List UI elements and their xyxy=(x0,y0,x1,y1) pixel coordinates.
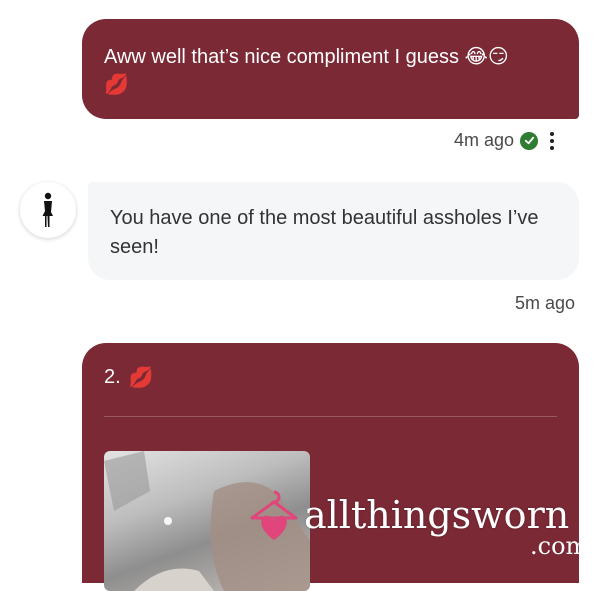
message-timestamp: 5m ago xyxy=(515,293,576,313)
avatar[interactable] xyxy=(20,182,76,238)
message-text: Aww well that’s nice compliment I guess … xyxy=(104,46,509,68)
check-circle-icon xyxy=(520,131,539,150)
caption-emoji: 💋 xyxy=(128,367,154,389)
message-timestamp: 4m ago xyxy=(454,130,515,150)
watermark: allthingsworn xyxy=(248,488,569,542)
outgoing-photo-message: 2. 💋 xyxy=(82,343,579,591)
message-meta: 4m ago xyxy=(454,130,555,151)
message-emoji: 💋 xyxy=(104,74,129,96)
message-meta: 5m ago xyxy=(515,293,575,314)
kebab-menu-icon[interactable] xyxy=(550,131,555,150)
person-silhouette-icon xyxy=(42,192,53,227)
incoming-message-bubble: You have one of the most beautiful assho… xyxy=(88,182,579,280)
divider xyxy=(104,416,557,417)
watermark-suffix: .com xyxy=(530,532,589,560)
hanger-heart-logo-icon xyxy=(250,490,298,540)
caption-text: 2. xyxy=(104,366,121,388)
watermark-text: allthingsworn xyxy=(304,493,570,537)
photo-caption: 2. 💋 xyxy=(104,365,154,390)
outgoing-message-bubble: Aww well that’s nice compliment I guess … xyxy=(82,19,579,119)
message-text: You have one of the most beautiful assho… xyxy=(110,207,539,258)
